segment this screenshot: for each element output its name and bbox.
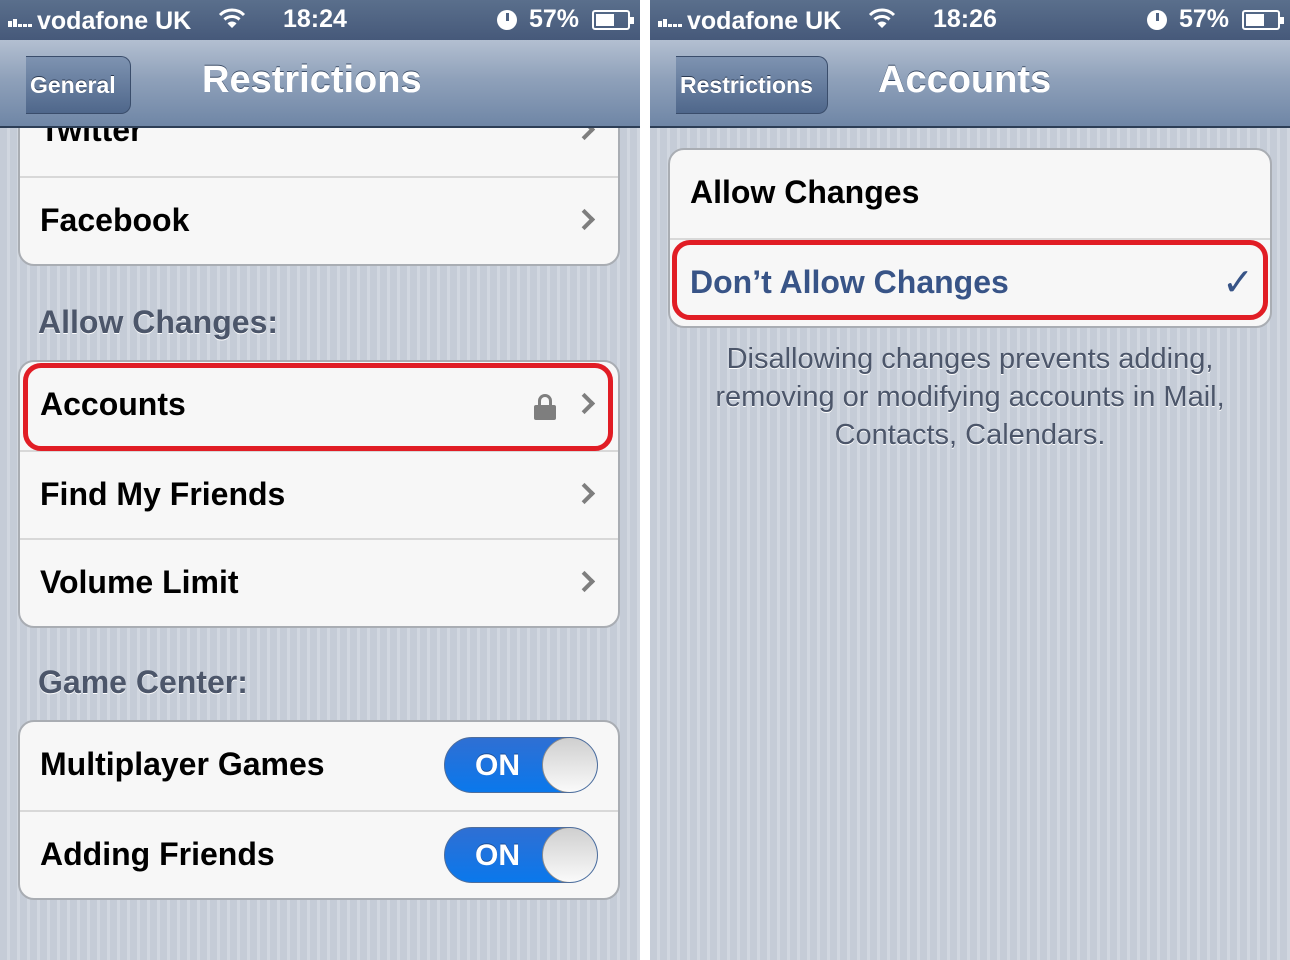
chevron-right-icon	[573, 570, 596, 593]
status-time: 18:24	[283, 5, 347, 33]
restrictions-screen: Twitter Facebook Allow Changes: Accounts…	[0, 0, 640, 960]
wifi-icon	[218, 7, 246, 36]
battery-percent: 57%	[1179, 5, 1230, 33]
accounts-row[interactable]: Accounts	[20, 362, 618, 450]
find-my-friends-row[interactable]: Find My Friends	[20, 450, 618, 538]
battery-icon	[1242, 10, 1284, 30]
option-label: Don’t Allow Changes	[690, 264, 1009, 300]
multiplayer-games-row: Multiplayer Games ON	[20, 722, 618, 810]
accounts-options-group: Allow Changes Don’t Allow Changes ✓	[668, 148, 1272, 328]
row-label: Adding Friends	[40, 836, 275, 872]
footer-description: Disallowing changes prevents adding, rem…	[715, 343, 1225, 451]
allow-changes-option[interactable]: Allow Changes	[670, 150, 1270, 238]
toggle-state: ON	[475, 839, 520, 872]
option-label: Allow Changes	[690, 174, 920, 210]
back-button-restrictions[interactable]: Restrictions	[676, 56, 828, 114]
battery-percent: 57%	[529, 5, 580, 33]
accounts-screen: Allow Changes Don’t Allow Changes ✓ Disa…	[650, 0, 1290, 960]
row-label: Find My Friends	[40, 476, 286, 512]
divider	[640, 0, 650, 960]
carrier-name: vodafone UK	[37, 7, 192, 35]
signal-icon	[658, 5, 683, 34]
facebook-row[interactable]: Facebook	[20, 176, 618, 264]
nav-bar: Restrictions Accounts	[650, 40, 1290, 128]
back-button-label: Restrictions	[680, 72, 813, 98]
toggle-knob	[542, 738, 597, 792]
nav-bar: General Restrictions	[0, 40, 640, 128]
lock-icon	[534, 394, 556, 420]
toggle-knob	[542, 828, 597, 882]
adding-friends-row: Adding Friends ON	[20, 810, 618, 898]
dont-allow-changes-option[interactable]: Don’t Allow Changes ✓	[670, 238, 1270, 326]
status-bar: vodafone UK 18:24 57%	[0, 0, 640, 40]
game-center-group: Multiplayer Games ON Adding Friends ON	[18, 720, 620, 900]
alarm-clock-icon	[1147, 10, 1167, 30]
page-title: Restrictions	[202, 59, 422, 101]
chevron-right-icon	[573, 482, 596, 505]
status-time: 18:26	[933, 5, 997, 33]
alarm-clock-icon	[497, 10, 517, 30]
row-label: Volume Limit	[40, 564, 239, 600]
row-label: Facebook	[40, 202, 190, 238]
status-bar: vodafone UK 18:26 57%	[650, 0, 1290, 40]
row-label: Accounts	[40, 386, 186, 422]
battery-icon	[592, 10, 634, 30]
carrier-name: vodafone UK	[687, 7, 842, 35]
chevron-right-icon	[573, 208, 596, 231]
allow-changes-group: Accounts Find My Friends Volume Limit	[18, 360, 620, 628]
page-title: Accounts	[878, 59, 1052, 101]
chevron-right-icon	[573, 392, 596, 415]
carrier: vodafone UK	[8, 5, 191, 36]
signal-icon	[8, 5, 33, 34]
section-header-allow-changes: Allow Changes:	[38, 304, 279, 340]
row-label: Multiplayer Games	[40, 746, 325, 782]
multiplayer-games-toggle[interactable]: ON	[444, 737, 598, 793]
back-button-label: General	[30, 72, 116, 98]
section-header-game-center: Game Center:	[38, 664, 248, 700]
back-button-general[interactable]: General	[26, 56, 131, 114]
adding-friends-toggle[interactable]: ON	[444, 827, 598, 883]
wifi-icon	[868, 7, 896, 36]
volume-limit-row[interactable]: Volume Limit	[20, 538, 618, 626]
checkmark-icon: ✓	[1222, 262, 1254, 304]
toggle-state: ON	[475, 749, 520, 782]
carrier: vodafone UK	[658, 5, 841, 36]
